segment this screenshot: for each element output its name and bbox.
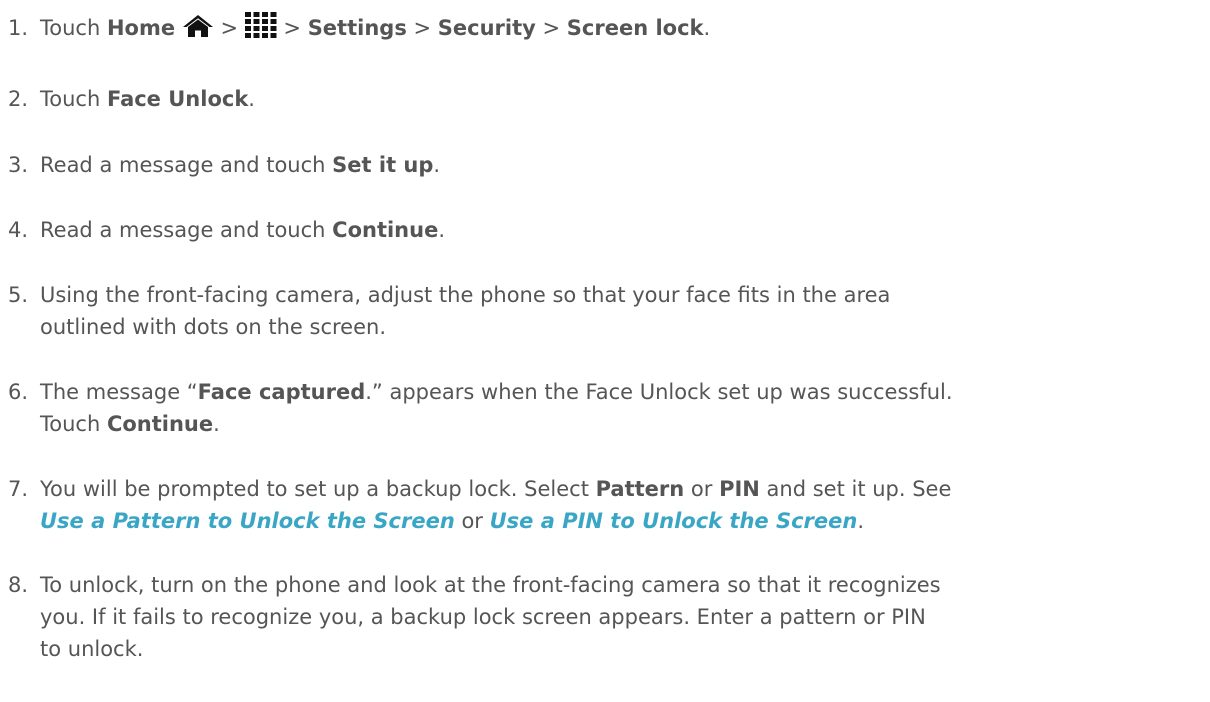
step-text-line: To unlock, turn on the phone and look at… bbox=[40, 573, 941, 597]
step-number: 8. bbox=[8, 573, 29, 597]
step-text-run: or bbox=[684, 477, 720, 501]
pattern-label: Pattern bbox=[595, 477, 685, 501]
separator: > bbox=[276, 16, 308, 40]
step-text-run: . bbox=[703, 16, 711, 40]
step-text: The message “Face captured.” appears whe… bbox=[40, 376, 1200, 440]
step-text-line: The message “Face captured.” appears whe… bbox=[40, 376, 1200, 408]
home-icon bbox=[182, 14, 214, 47]
home-label: Home bbox=[106, 16, 176, 40]
step-text-run: Touch bbox=[40, 87, 107, 111]
step-text-run: or bbox=[454, 509, 490, 533]
step-text-run: . bbox=[857, 509, 865, 533]
step-number: 2. bbox=[8, 87, 29, 111]
continue-label: Continue bbox=[106, 412, 214, 436]
step-number: 3. bbox=[8, 153, 29, 177]
pattern-unlock-link[interactable]: Use a Pattern to Unlock the Screen bbox=[40, 509, 455, 533]
step-text-line: Use a Pattern to Unlock the Screen or Us… bbox=[40, 505, 1200, 537]
step-number: 6. bbox=[8, 380, 29, 404]
step-number: 5. bbox=[8, 283, 29, 307]
step-text: Touch Home > > Settings > Security > Scr… bbox=[40, 12, 1200, 47]
step-text-run: You will be prompted to set up a backup … bbox=[40, 477, 596, 501]
separator: > bbox=[406, 16, 438, 40]
settings-label: Settings bbox=[307, 16, 407, 40]
pin-unlock-link[interactable]: Use a PIN to Unlock the Screen bbox=[490, 509, 858, 533]
step-text-run: . bbox=[433, 153, 441, 177]
step-text-run: . bbox=[248, 87, 255, 111]
step-text: Touch Face Unlock. bbox=[40, 83, 1200, 115]
apps-grid-icon bbox=[244, 12, 277, 47]
step-text: To unlock, turn on the phone and look at… bbox=[40, 569, 1200, 665]
step-text-run: The message “ bbox=[40, 380, 198, 404]
step-text-line: You will be prompted to set up a backup … bbox=[40, 473, 1200, 505]
step-text-run: Read a message and touch bbox=[40, 153, 333, 177]
face-captured-label: Face captured bbox=[197, 380, 366, 404]
step-text-run: . bbox=[438, 218, 446, 242]
step-text: Using the front-facing camera, adjust th… bbox=[40, 279, 1200, 343]
pin-label: PIN bbox=[719, 477, 760, 501]
separator: > bbox=[213, 16, 245, 40]
step-text-line: to unlock. bbox=[40, 637, 144, 661]
step-text: You will be prompted to set up a backup … bbox=[40, 473, 1200, 537]
separator: > bbox=[535, 16, 567, 40]
security-label: Security bbox=[437, 16, 536, 40]
step-text-line: Touch Continue. bbox=[40, 408, 1200, 440]
step-text-line: outlined with dots on the screen. bbox=[40, 315, 387, 339]
step-text: Read a message and touch Continue. bbox=[40, 214, 1200, 246]
step-number: 4. bbox=[8, 218, 29, 242]
face-unlock-label: Face Unlock bbox=[106, 87, 249, 111]
step-text-run: . bbox=[213, 412, 220, 436]
step-number: 7. bbox=[8, 477, 29, 501]
continue-label: Continue bbox=[332, 218, 439, 242]
step-text: Read a message and touch Set it up. bbox=[40, 149, 1200, 181]
step-text-run: Read a message and touch bbox=[40, 218, 333, 242]
step-text-run: .” appears when the Face Unlock set up w… bbox=[365, 380, 953, 404]
step-text-run: Touch bbox=[40, 412, 107, 436]
screen-lock-label: Screen lock bbox=[566, 16, 704, 40]
step-text-line: you. If it fails to recognize you, a bac… bbox=[40, 605, 926, 629]
step-text-run: Touch bbox=[40, 16, 107, 40]
step-number: 1. bbox=[8, 16, 29, 40]
step-text-run: and set it up. See bbox=[759, 477, 952, 501]
set-it-up-label: Set it up bbox=[332, 153, 434, 177]
step-text-line: Using the front-facing camera, adjust th… bbox=[40, 283, 891, 307]
